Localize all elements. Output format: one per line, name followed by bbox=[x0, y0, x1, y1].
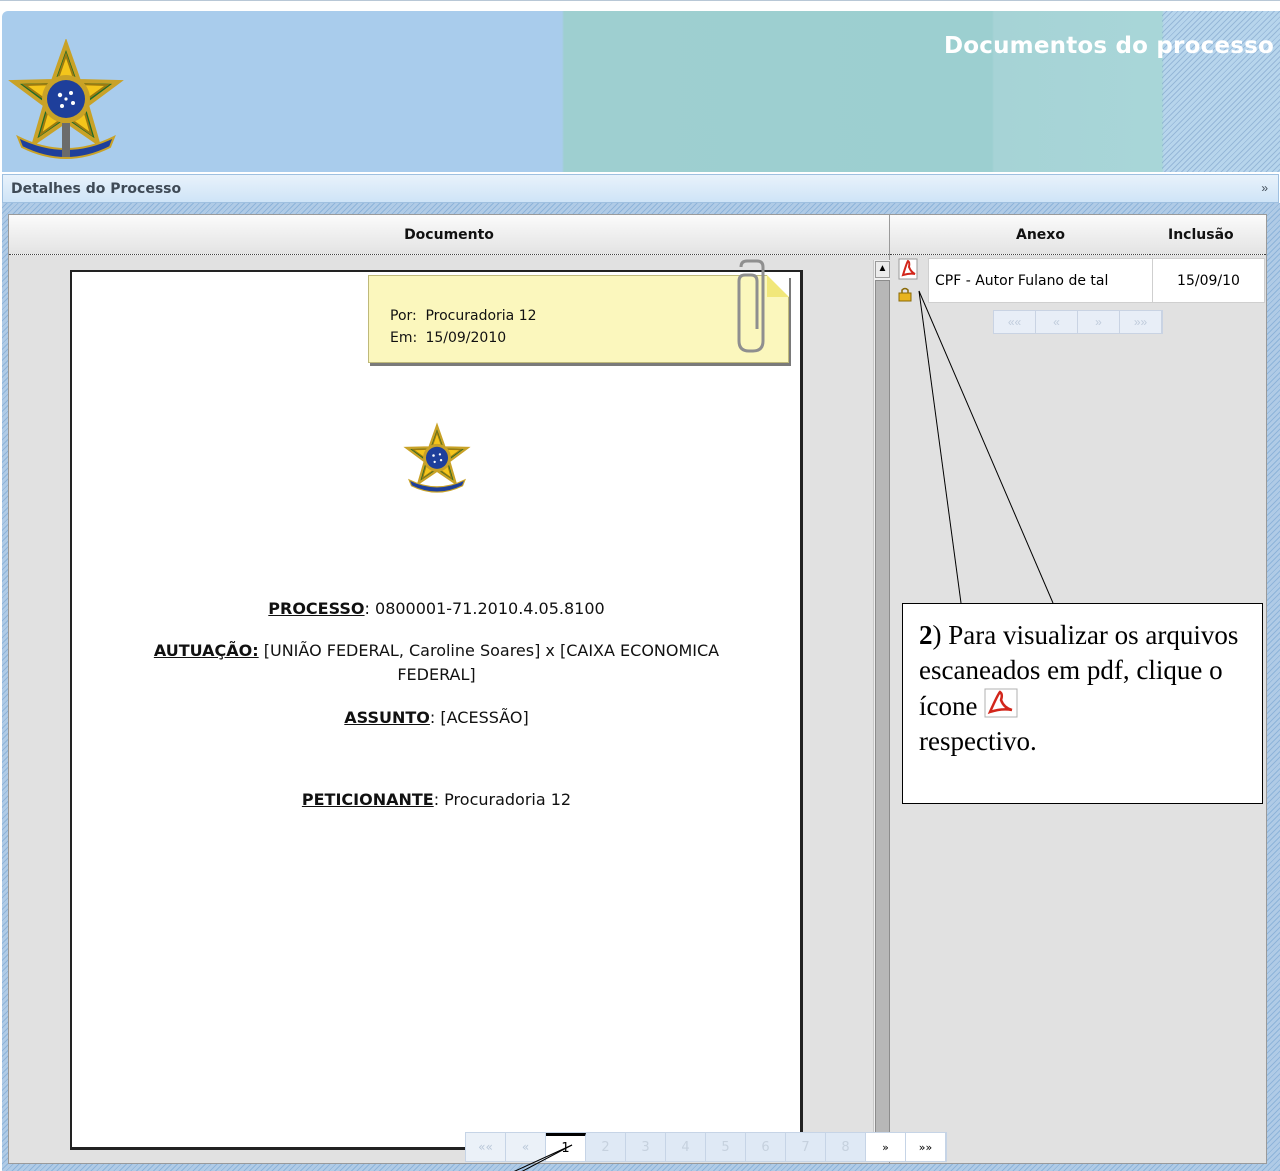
page-title: Documentos do processo bbox=[943, 33, 1274, 59]
note-por-label: Por: bbox=[390, 308, 417, 324]
page-4-button[interactable]: 4 bbox=[666, 1133, 706, 1161]
next-page-button[interactable]: » bbox=[866, 1133, 906, 1161]
assunto-value: : [ACESSÃO] bbox=[429, 708, 529, 727]
page-7-button[interactable]: 7 bbox=[786, 1133, 826, 1161]
peticionante-label: PETICIONANTE bbox=[301, 790, 434, 809]
attachments-last-page-button[interactable]: »» bbox=[1120, 311, 1162, 333]
scroll-thumb[interactable] bbox=[875, 280, 890, 1135]
attachment-name[interactable]: CPF - Autor Fulano de tal bbox=[928, 258, 1153, 303]
first-page-button[interactable]: «« bbox=[466, 1133, 506, 1161]
autuacao-line-2: FEDERAL] bbox=[397, 665, 476, 684]
attachments-prev-page-button[interactable]: « bbox=[1036, 311, 1078, 333]
processo-value: : 0800001-71.2010.4.05.8100 bbox=[364, 599, 605, 618]
paperclip-icon bbox=[737, 259, 765, 353]
page-8-button[interactable]: 8 bbox=[826, 1133, 866, 1161]
prev-page-button[interactable]: « bbox=[506, 1133, 546, 1161]
document-coat-of-arms-logo bbox=[403, 422, 471, 493]
page-5-button[interactable]: 5 bbox=[706, 1133, 746, 1161]
sticky-note: Por: Procuradoria 12 Em: 15/09/2010 bbox=[368, 275, 789, 363]
attachment-date: 15/09/10 bbox=[1153, 258, 1265, 303]
autuacao-line: AUTUAÇÃO: [UNIÃO FEDERAL, Caroline Soare… bbox=[72, 641, 801, 660]
document-column-header[interactable]: Documento bbox=[9, 215, 889, 255]
lock-icon bbox=[898, 287, 912, 302]
breadcrumb-label: Detalhes do Processo bbox=[11, 181, 182, 197]
attachment-row[interactable]: CPF - Autor Fulano de tal 15/09/10 bbox=[890, 258, 1265, 303]
attachments-first-page-button[interactable]: «« bbox=[994, 311, 1036, 333]
attachments-next-page-button[interactable]: » bbox=[1078, 311, 1120, 333]
breadcrumb[interactable]: Detalhes do Processo » bbox=[2, 174, 1279, 203]
document-scrollbar[interactable]: ▲ bbox=[873, 260, 890, 1140]
instruction-callout: 2) Para visualizar os arquivos escaneado… bbox=[902, 603, 1263, 804]
assunto-line: ASSUNTO: [ACESSÃO] bbox=[72, 708, 801, 727]
document-pager: «« « 1 2 3 4 5 6 7 8 » »» bbox=[465, 1132, 947, 1162]
note-em-value: 15/09/2010 bbox=[425, 330, 507, 346]
peticionante-line: PETICIONANTE: Procuradoria 12 bbox=[72, 790, 801, 809]
callout-text: ) Para visualizar os arquivos escaneados… bbox=[919, 620, 1239, 721]
callout-number: 2 bbox=[919, 620, 933, 650]
autuacao-value: [UNIÃO FEDERAL, Caroline Soares] x [CAIX… bbox=[258, 641, 720, 660]
page-6-button[interactable]: 6 bbox=[746, 1133, 786, 1161]
callout-text-end: respectivo. bbox=[919, 726, 1037, 756]
app-frame: Documentos do processo Detalhes do Proce… bbox=[0, 0, 1280, 1171]
peticionante-value: : Procuradoria 12 bbox=[433, 790, 572, 809]
processo-label: PROCESSO bbox=[268, 599, 365, 618]
scroll-up-arrow-icon[interactable]: ▲ bbox=[875, 261, 890, 278]
note-por-value: Procuradoria 12 bbox=[425, 308, 537, 324]
pdf-icon bbox=[984, 688, 1018, 718]
autuacao-label: AUTUAÇÃO: bbox=[153, 641, 259, 660]
processo-line: PROCESSO: 0800001-71.2010.4.05.8100 bbox=[72, 599, 801, 618]
page-1-button[interactable]: 1 bbox=[546, 1133, 586, 1161]
expand-icon[interactable]: » bbox=[1261, 181, 1268, 195]
attachment-icon-cell bbox=[890, 258, 928, 303]
document-page: PROCESSO: 0800001-71.2010.4.05.8100 AUTU… bbox=[70, 270, 803, 1150]
last-page-button[interactable]: »» bbox=[906, 1133, 946, 1161]
brazil-coat-of-arms-logo bbox=[8, 39, 124, 159]
inclusao-column-header[interactable]: Inclusão bbox=[1150, 215, 1265, 255]
header-banner: Documentos do processo bbox=[2, 11, 1280, 172]
note-em-row: Em: 15/09/2010 bbox=[390, 330, 506, 346]
page-3-button[interactable]: 3 bbox=[626, 1133, 666, 1161]
anexo-column-header[interactable]: Anexo bbox=[890, 215, 1150, 255]
note-por-row: Por: Procuradoria 12 bbox=[390, 308, 537, 324]
assunto-label: ASSUNTO bbox=[344, 708, 430, 727]
pdf-icon[interactable] bbox=[898, 258, 920, 280]
page-2-button[interactable]: 2 bbox=[586, 1133, 626, 1161]
note-em-label: Em: bbox=[390, 330, 418, 346]
document-panel: Documento PROCESSO: 0800001-71.2010.4.05… bbox=[8, 214, 890, 1164]
attachments-pager: «« « » »» bbox=[993, 310, 1163, 334]
